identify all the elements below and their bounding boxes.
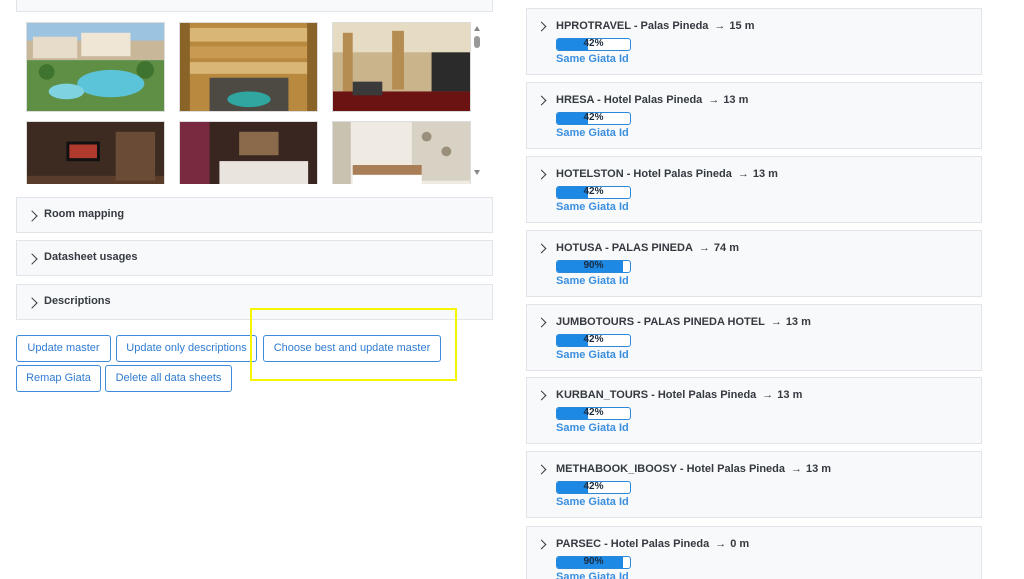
match-score-bar: 42%	[556, 481, 631, 494]
section-label: Datasheet usages	[44, 251, 138, 263]
same-giata-id-label: Same Giata Id	[556, 127, 629, 139]
chevron-right-icon[interactable]	[536, 95, 549, 107]
hotel-aerial-pool-image[interactable]	[26, 22, 165, 112]
chevron-right-icon[interactable]	[536, 169, 549, 181]
section-room-mapping[interactable]: Room mapping	[16, 197, 493, 233]
match-score-bar: 42%	[556, 186, 631, 199]
arrow-right-icon: →	[770, 316, 782, 328]
arrow-right-icon: →	[714, 20, 726, 32]
same-giata-id-label: Same Giata Id	[556, 53, 629, 65]
same-giata-id-label: Same Giata Id	[556, 496, 629, 508]
match-card-methabook-iboosy[interactable]: METHABOOK_IBOOSY - Hotel Palas Pineda → 13…	[526, 451, 982, 518]
highlight-box	[250, 308, 457, 381]
arrow-right-icon: →	[698, 242, 710, 254]
match-score-bar: 42%	[556, 407, 631, 420]
section-label: Room mapping	[44, 208, 125, 220]
chevron-right-icon	[26, 210, 41, 224]
chevron-right-icon[interactable]	[536, 317, 549, 329]
match-title: KURBAN_TOURS - Hotel Palas Pineda → 13 m	[556, 389, 803, 401]
hotel-room-tv-image[interactable]	[26, 121, 165, 184]
arrow-right-icon: →	[715, 538, 727, 550]
same-giata-id-label: Same Giata Id	[556, 275, 629, 287]
match-title: HOTELSTON - Hotel Palas Pineda → 13 m	[556, 168, 778, 180]
chevron-right-icon[interactable]	[536, 21, 549, 33]
chevron-right-icon[interactable]	[536, 243, 549, 255]
scroll-thumb[interactable]	[474, 36, 480, 48]
chevron-right-icon[interactable]	[536, 390, 549, 402]
match-score-bar: 90%	[556, 556, 631, 569]
gallery-scrollbar[interactable]	[472, 12, 484, 180]
delete-all-data-sheets-button[interactable]: Delete all data sheets	[105, 365, 232, 392]
match-title: METHABOOK_IBOOSY - Hotel Palas Pineda → 13…	[556, 463, 832, 475]
match-title: HPROTRAVEL - Palas Pineda → 15 m	[556, 20, 755, 32]
update-master-button[interactable]: Update master	[16, 335, 111, 362]
same-giata-id-label: Same Giata Id	[556, 422, 629, 434]
chevron-right-icon	[26, 297, 41, 311]
match-title: PARSEC - Hotel Palas Pineda → 0 m	[556, 538, 750, 550]
match-card-hresa[interactable]: HRESA - Hotel Palas Pineda → 13 m 42% Same…	[526, 82, 982, 149]
scroll-up-icon[interactable]	[474, 26, 480, 31]
match-card-hotusa[interactable]: HOTUSA - PALAS PINEDA → 74 m 90% Same Giat…	[526, 230, 982, 297]
same-giata-id-label: Same Giata Id	[556, 571, 629, 579]
chevron-right-icon[interactable]	[536, 464, 549, 476]
match-score-bar: 42%	[556, 38, 631, 51]
match-score-bar: 42%	[556, 334, 631, 347]
update-only-descriptions-button[interactable]: Update only descriptions	[116, 335, 257, 362]
scroll-down-icon[interactable]	[474, 170, 480, 175]
hotel-room-bed-image[interactable]	[179, 121, 318, 184]
arrow-right-icon: →	[762, 389, 774, 401]
match-title: HOTUSA - PALAS PINEDA → 74 m	[556, 242, 739, 254]
match-card-hotelston[interactable]: HOTELSTON - Hotel Palas Pineda → 13 m 42% …	[526, 156, 982, 223]
arrow-right-icon: →	[791, 463, 803, 475]
match-card-hprotravel[interactable]: HPROTRAVEL - Palas Pineda → 15 m 42% Same …	[526, 8, 982, 75]
arrow-right-icon: →	[737, 168, 749, 180]
match-card-parsec[interactable]: PARSEC - Hotel Palas Pineda → 0 m 90% Same…	[526, 526, 982, 579]
chevron-right-icon	[26, 253, 41, 267]
gallery-header	[16, 0, 493, 12]
same-giata-id-label: Same Giata Id	[556, 349, 629, 361]
section-label: Descriptions	[44, 295, 111, 307]
hotel-room-twin-image[interactable]	[332, 121, 471, 184]
hotel-atrium-image[interactable]	[179, 22, 318, 112]
match-score-bar: 90%	[556, 260, 631, 273]
match-title: HRESA - Hotel Palas Pineda → 13 m	[556, 94, 749, 106]
hotel-lobby-image[interactable]	[332, 22, 471, 112]
match-title: JUMBOTOURS - PALAS PINEDA HOTEL → 13 m	[556, 316, 811, 328]
arrow-right-icon: →	[708, 94, 720, 106]
match-score-bar: 42%	[556, 112, 631, 125]
same-giata-id-label: Same Giata Id	[556, 201, 629, 213]
image-gallery	[16, 12, 493, 184]
section-datasheet-usages[interactable]: Datasheet usages	[16, 240, 493, 276]
match-card-jumbotours[interactable]: JUMBOTOURS - PALAS PINEDA HOTEL → 13 m 42%…	[526, 304, 982, 371]
match-card-kurban-tours[interactable]: KURBAN_TOURS - Hotel Palas Pineda → 13 m 4…	[526, 377, 982, 444]
chevron-right-icon[interactable]	[536, 539, 549, 551]
remap-giata-button[interactable]: Remap Giata	[16, 365, 101, 392]
